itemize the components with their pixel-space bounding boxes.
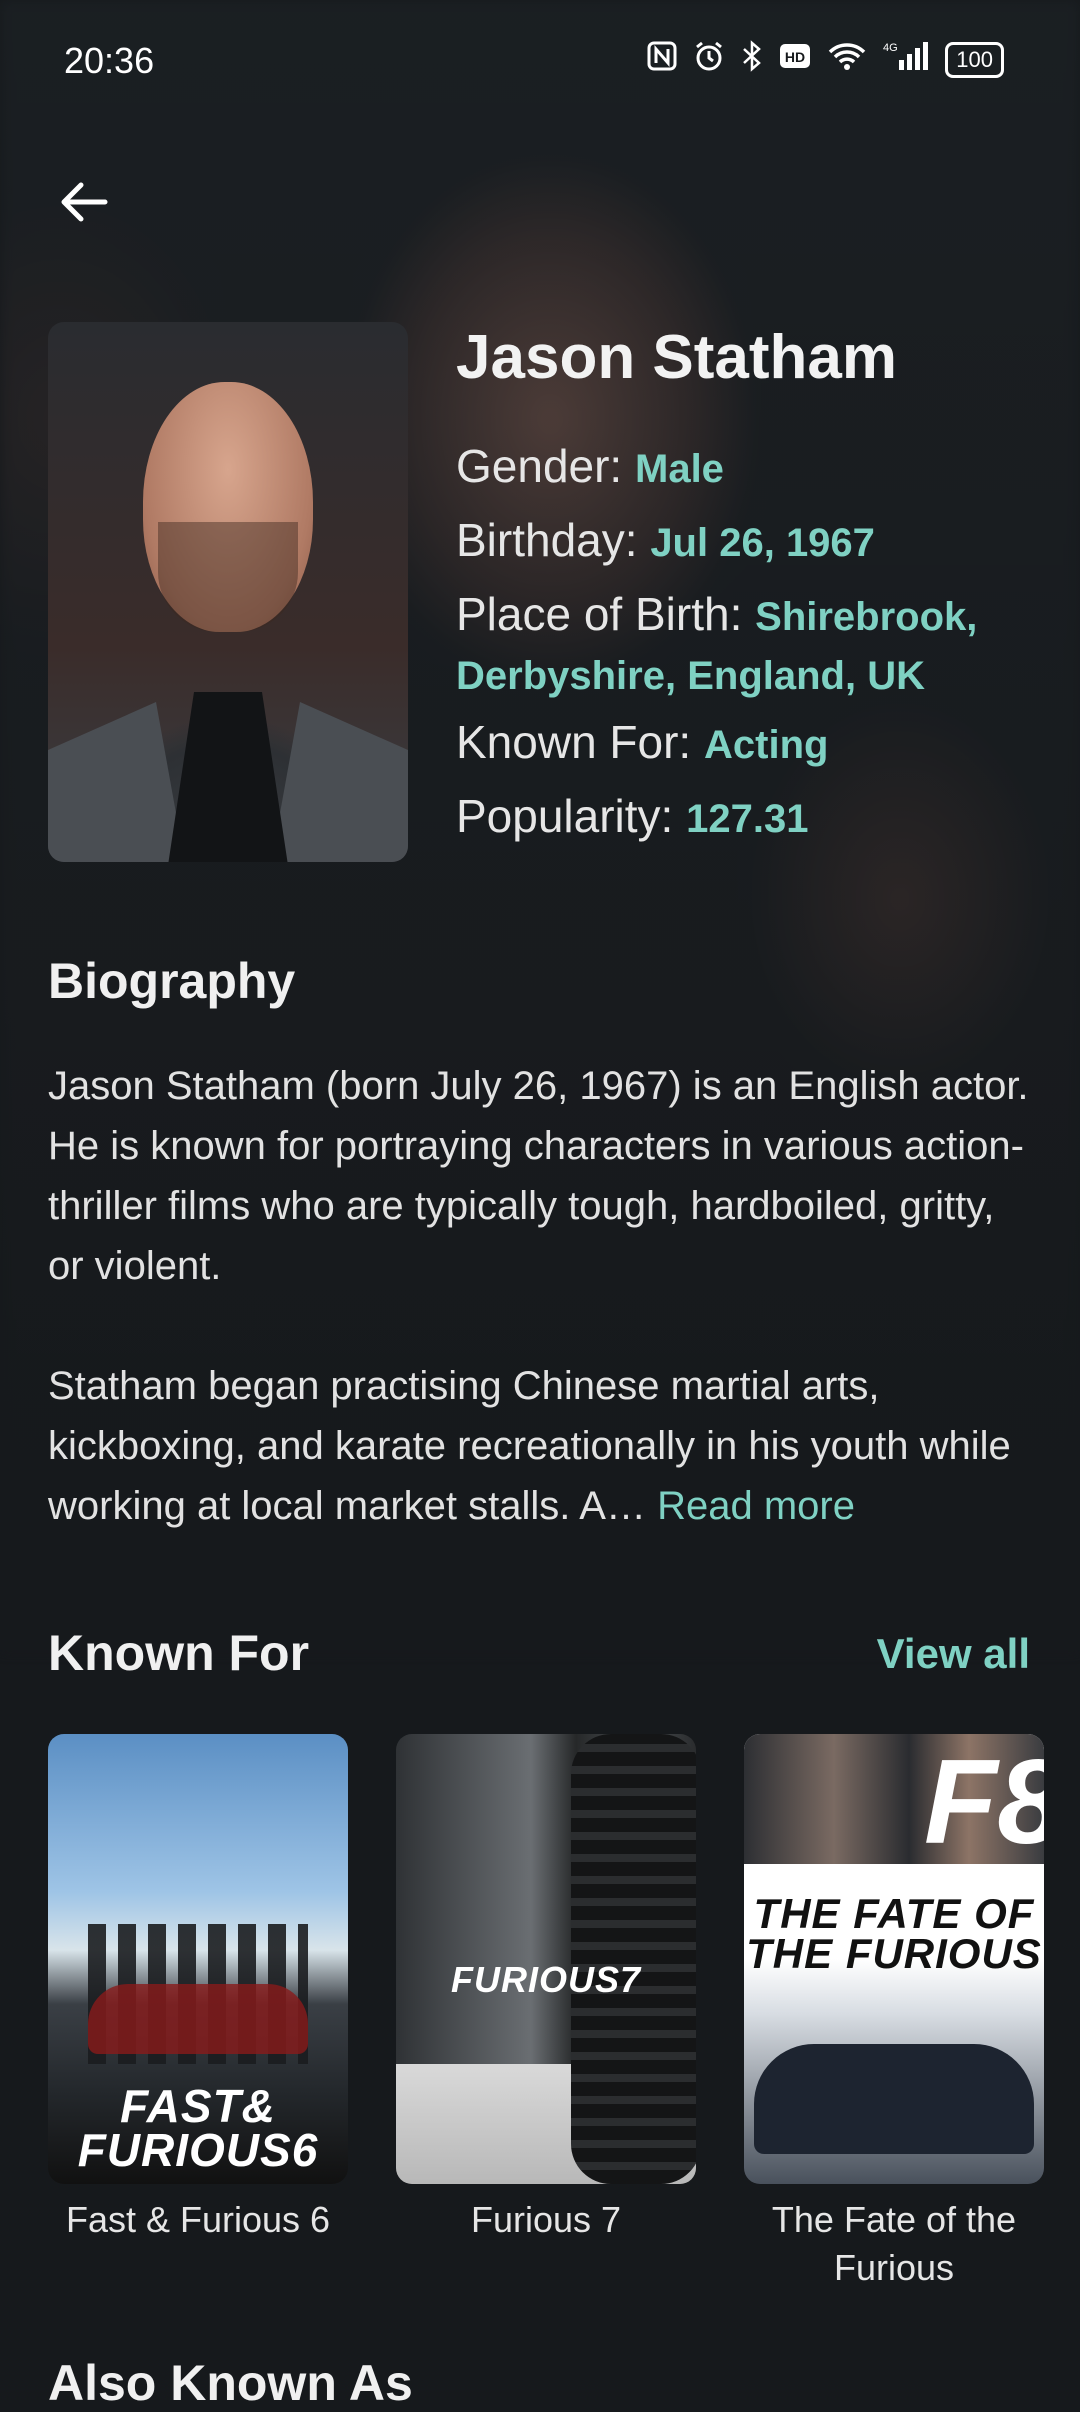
biography-heading: Biography [48,953,296,1009]
hd-icon: HD [779,41,811,79]
gender-value: Male [635,447,724,491]
movie-title: Fast & Furious 6 [65,2199,331,2240]
svg-text:4G: 4G [883,42,898,54]
movie-card-fate-of-the-furious[interactable]: F8 THE FATE OF THE FURIOUS The Fate of t… [744,1734,1044,2292]
birthday-label: Birthday: [456,514,638,566]
read-more-link[interactable]: Read more [657,1484,855,1528]
person-name: Jason Statham [456,323,898,392]
known-for-label: Known For: [456,716,692,768]
status-icons: HD 4G 100 [647,40,1004,80]
status-time: 20:36 [64,40,155,81]
info-known-for: Known For: Acting [456,714,828,773]
back-button[interactable] [52,170,116,234]
movie-title: The Fate of the Furious [771,2199,1017,2288]
battery-indicator: 100 [945,42,1004,78]
poster-logo: THE FATE OF THE FURIOUS [746,1890,1042,1977]
birthday-value: Jul 26, 1967 [650,521,875,565]
info-place-of-birth: Place of Birth: Shirebrook, Derbyshire, … [456,586,1036,704]
bluetooth-icon [741,40,763,80]
movie-card-fast-furious-6[interactable]: FAST& FURIOUS6 Fast & Furious 6 [48,1734,348,2244]
view-all-link[interactable]: View all [877,1630,1030,1678]
info-gender: Gender: Male [456,438,724,497]
biography-paragraph-1: Jason Statham (born July 26, 1967) is an… [48,1064,1029,1288]
movie-title: Furious 7 [470,2199,622,2240]
movie-poster: F8 THE FATE OF THE FURIOUS [744,1734,1044,2184]
poster-badge: F8 [924,1735,1044,1869]
movie-poster: FAST& FURIOUS6 [48,1734,348,2184]
known-for-heading: Known For [48,1625,310,1681]
place-label: Place of Birth: [456,588,743,640]
profile-photo [48,322,408,862]
alarm-icon [693,40,725,80]
svg-text:HD: HD [785,49,805,65]
also-known-as-heading: Also Known As [48,2355,413,2411]
info-birthday: Birthday: Jul 26, 1967 [456,512,875,571]
status-bar: 20:36 HD 4G 100 [0,0,1080,120]
biography-text: Jason Statham (born July 26, 1967) is an… [48,1056,1038,1536]
wifi-icon [827,41,867,79]
poster-logo: FURIOUS7 [450,1959,642,2000]
movie-poster: FURIOUS7 [396,1734,696,2184]
gender-label: Gender: [456,440,623,492]
biography-paragraph-2: Statham began practising Chinese martial… [48,1364,1011,1528]
poster-logo: FAST& FURIOUS6 [77,2080,319,2176]
popularity-value: 127.31 [686,797,809,841]
movie-card-furious-7[interactable]: FURIOUS7 Furious 7 [396,1734,696,2244]
cellular-signal-icon: 4G [883,40,929,80]
popularity-label: Popularity: [456,790,674,842]
nfc-icon [647,41,677,79]
arrow-left-icon [61,182,108,222]
info-popularity: Popularity: 127.31 [456,788,808,847]
known-for-value: Acting [704,723,829,767]
